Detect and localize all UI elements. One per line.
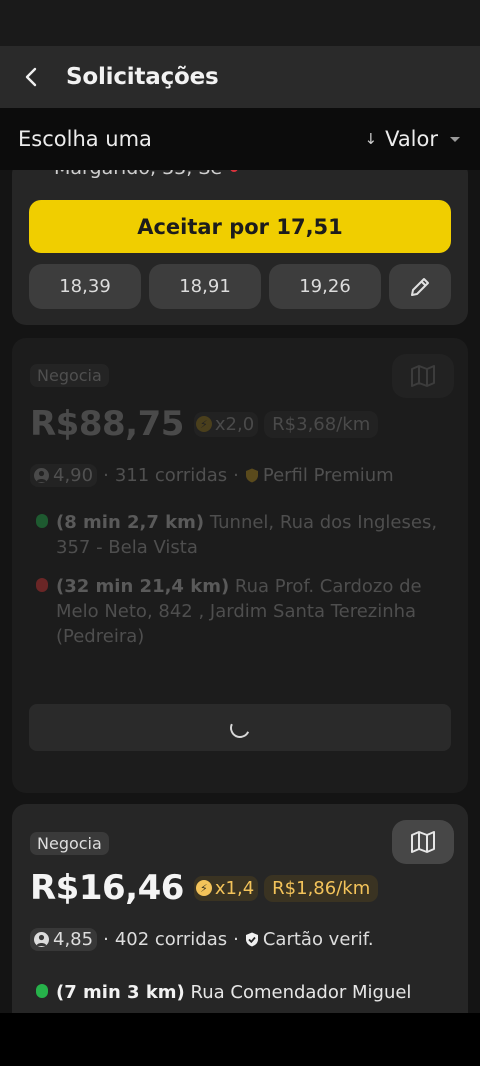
filter-label: Escolha uma	[18, 127, 152, 151]
offer-button[interactable]: 19,26	[269, 264, 381, 309]
profile-badge: Perfil Premium	[262, 465, 394, 486]
fare-price: R$88,75	[30, 404, 184, 444]
pickup-route: (8 min 2,7 km) Tunnel, Rua dos Ingleses,…	[36, 510, 446, 560]
per-km-badge: R$3,68/km	[264, 410, 379, 438]
edit-offer-button[interactable]	[389, 264, 451, 309]
accept-button[interactable]: Aceitar por 17,51	[29, 200, 451, 253]
pencil-icon	[411, 277, 429, 296]
offer-button[interactable]: 18,39	[29, 264, 141, 309]
rating-chip: 4,85	[30, 928, 98, 951]
fare-row: R$16,46 ⚡ x1,4 R$1,86/km	[30, 868, 379, 908]
sort-value: Valor	[385, 127, 438, 151]
ride-count: 311 corridas	[114, 465, 228, 486]
navigation-bar	[0, 1013, 480, 1066]
per-km-badge: R$1,86/km	[264, 874, 379, 902]
person-icon	[34, 932, 49, 947]
sort-arrow-icon: ↓	[364, 130, 378, 148]
person-icon	[34, 468, 49, 483]
sort-dropdown[interactable]: ↓ Valor	[364, 127, 460, 151]
status-bar	[0, 0, 480, 46]
pickup-route: (7 min 3 km) Rua Comendador Miguel	[36, 980, 446, 1005]
map-icon	[411, 365, 435, 387]
caret-down-icon	[450, 136, 460, 142]
map-button[interactable]	[392, 820, 454, 864]
rating-chip: 4,90	[30, 464, 98, 487]
passenger-info: 4,85 · 402 corridas · Cartão verif.	[30, 928, 374, 951]
map-icon	[411, 831, 435, 853]
pickup-pin-icon	[36, 514, 48, 528]
filter-bar: Escolha uma ↓ Valor	[0, 108, 480, 170]
multiplier-badge: ⚡ x1,4	[193, 875, 259, 901]
dropoff-pin-icon	[230, 170, 239, 172]
bolt-icon: ⚡	[195, 416, 212, 432]
spinner-icon	[227, 714, 253, 741]
pickup-pin-icon	[36, 984, 48, 998]
fare-price: R$16,46	[30, 868, 184, 908]
offer-button[interactable]: 18,91	[149, 264, 261, 309]
negotiate-tag: Negocia	[30, 364, 109, 387]
map-button[interactable]	[392, 354, 454, 398]
request-card: Margarido, 33, Se Aceitar por 17,51 18,3…	[12, 170, 468, 325]
app-header: Solicitações	[0, 46, 480, 108]
verified-shield-icon	[245, 932, 258, 947]
dropoff-route: (32 min 21,4 km) Rua Prof. Cardozo de Me…	[36, 574, 446, 649]
dropoff-pin-icon	[36, 578, 48, 592]
counter-offer-row: 18,39 18,91 19,26	[29, 264, 451, 309]
profile-badge: Cartão verif.	[262, 929, 374, 950]
fare-row: R$88,75 ⚡ x2,0 R$3,68/km	[30, 404, 379, 444]
requests-list[interactable]: Margarido, 33, Se Aceitar por 17,51 18,3…	[0, 170, 480, 1013]
ride-count: 402 corridas	[114, 929, 228, 950]
bolt-icon: ⚡	[195, 880, 212, 896]
page-title: Solicitações	[66, 64, 219, 90]
loading-button	[29, 704, 451, 751]
passenger-info: 4,90 · 311 corridas · Perfil Premium	[30, 464, 394, 487]
multiplier-badge: ⚡ x2,0	[193, 411, 259, 437]
negotiate-tag: Negocia	[30, 832, 109, 855]
request-card[interactable]: Negocia R$16,46 ⚡ x1,4 R$1,86/km 4,85 · 4…	[12, 804, 468, 1013]
shield-icon	[245, 468, 258, 483]
back-button[interactable]	[16, 62, 46, 92]
dropoff-address: Margarido, 33, Se	[54, 170, 239, 179]
chevron-left-icon	[25, 67, 37, 87]
request-card[interactable]: Negocia R$88,75 ⚡ x2,0 R$3,68/km 4,90 · 3…	[12, 338, 468, 793]
